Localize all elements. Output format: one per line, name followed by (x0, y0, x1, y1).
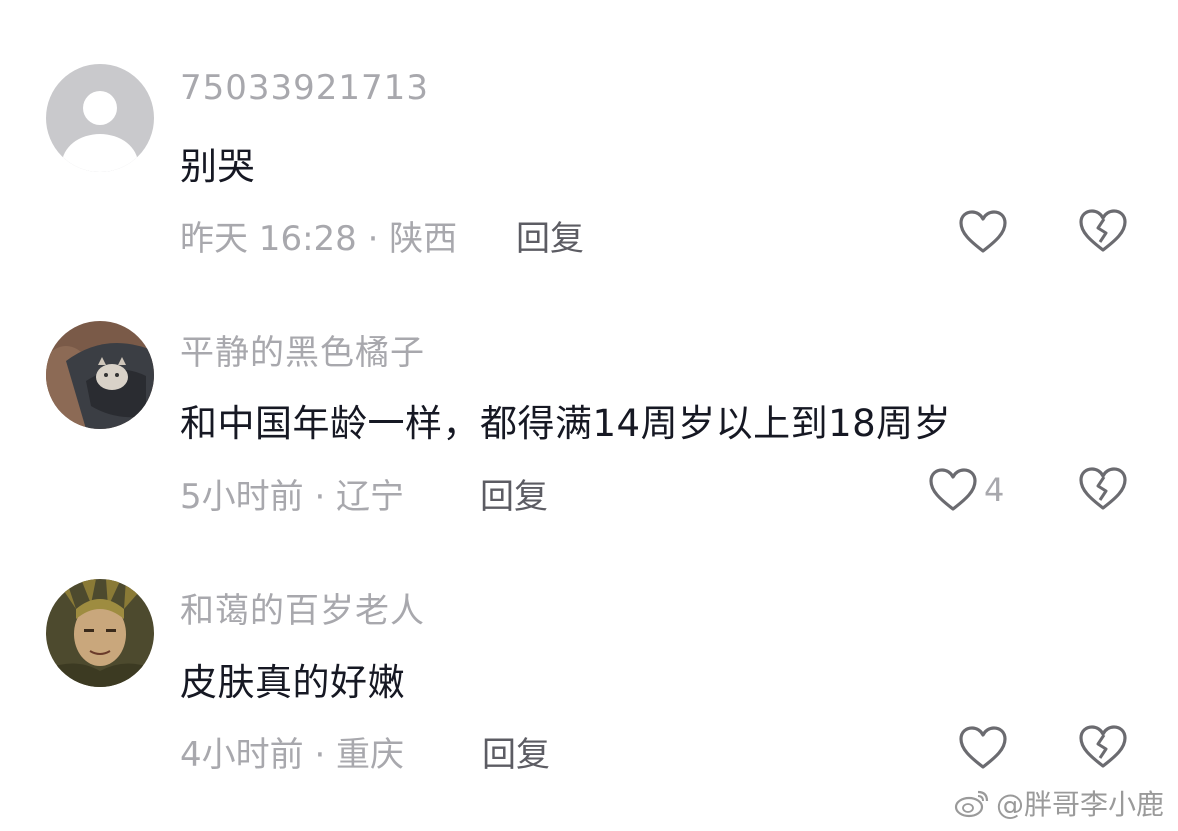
like-button[interactable] (958, 724, 1014, 772)
broken-heart-icon (1079, 725, 1127, 768)
username[interactable]: 和蔼的百岁老人 (180, 583, 425, 632)
reply-button[interactable]: 回复 (480, 469, 548, 518)
weibo-logo-icon (954, 790, 989, 818)
heart-outline-icon (929, 468, 977, 511)
photo-avatar-cat (46, 321, 154, 429)
comment-meta: 5小时前 · 辽宁 (180, 477, 405, 517)
watermark: @胖哥李小鹿 (954, 783, 1164, 823)
reply-button[interactable]: 回复 (482, 727, 550, 776)
avatar[interactable] (46, 321, 154, 429)
avatar[interactable] (46, 579, 154, 687)
dislike-button[interactable] (1078, 466, 1128, 514)
comment-item-3: 和蔼的百岁老人 皮肤真的好嫩 4小时前 · 重庆 回复 (0, 0, 1178, 775)
watermark-text: @胖哥李小鹿 (995, 788, 1164, 821)
heart-outline-icon (959, 726, 1007, 769)
broken-heart-icon (1079, 467, 1127, 510)
like-button[interactable]: 4 (928, 466, 1004, 514)
photo-avatar-anime-character (46, 579, 154, 687)
dislike-button[interactable] (1078, 724, 1128, 772)
comment-meta: 4小时前 · 重庆 (180, 735, 405, 775)
comment-text: 和中国年龄一样，都得满14周岁以上到18周岁 (180, 402, 952, 445)
username[interactable]: 平静的黑色橘子 (180, 325, 425, 374)
comment-text: 皮肤真的好嫩 (180, 661, 405, 704)
like-count: 4 (984, 471, 1005, 509)
